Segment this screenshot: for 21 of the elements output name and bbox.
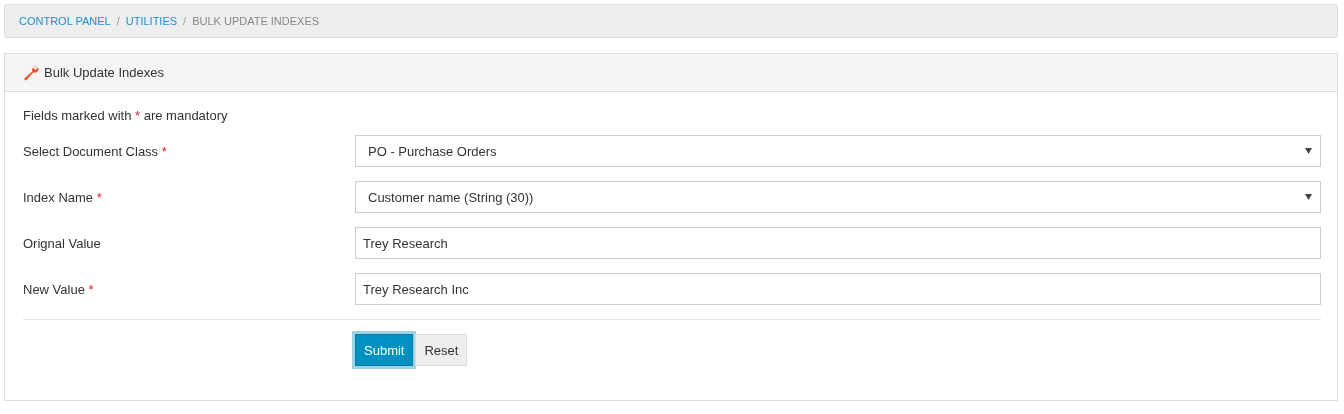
field-label: New Value xyxy=(23,281,85,297)
field-label: Select Document Class xyxy=(23,143,159,159)
required-asterisk: * xyxy=(161,143,167,159)
required-asterisk: * xyxy=(88,281,94,297)
select-dropdown[interactable]: PO - Purchase Orders xyxy=(355,135,1321,167)
panel-title: Bulk Update Indexes xyxy=(44,65,164,80)
breadcrumb-separator: / xyxy=(116,15,120,27)
current-page-label: BULK UPDATE INDEXES xyxy=(192,15,320,27)
caret-icon xyxy=(1305,148,1312,154)
input-field[interactable]: Trey Research Inc xyxy=(355,273,1321,305)
required-asterisk: * xyxy=(96,189,102,205)
select-dropdown[interactable]: Customer name (String (30)) xyxy=(355,181,1321,213)
submit-button[interactable]: Submit xyxy=(355,334,414,366)
input-field[interactable]: Trey Research xyxy=(355,227,1321,259)
wrench-icon xyxy=(23,64,39,81)
field-label: Index Name xyxy=(23,189,94,205)
field-label: Orignal Value xyxy=(23,235,101,251)
breadcrumb-separator: / xyxy=(183,15,187,27)
reset-button[interactable]: Reset xyxy=(415,334,468,366)
mandatory-note: Fields marked with * are mandatory xyxy=(23,108,229,123)
caret-icon xyxy=(1305,194,1312,200)
